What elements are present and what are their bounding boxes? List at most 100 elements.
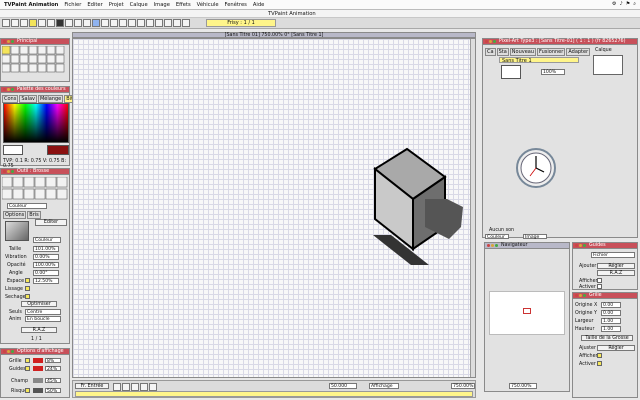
menu-item-editer[interactable]: Editer bbox=[87, 2, 102, 8]
grille-opacity-field[interactable]: 8% bbox=[45, 358, 61, 364]
menu-item-effets[interactable]: Effets bbox=[176, 2, 191, 8]
menu-item-image[interactable]: Image bbox=[154, 2, 170, 8]
editer-button[interactable]: Editer bbox=[35, 219, 67, 226]
brush-presets-grid[interactable] bbox=[2, 177, 70, 201]
champ-color-swatch[interactable] bbox=[33, 378, 43, 383]
grid-height-field[interactable]: 1.00 bbox=[601, 326, 621, 332]
menu-item-fichier[interactable]: Fichier bbox=[64, 2, 81, 8]
champ-opacity-field[interactable]: 45% bbox=[45, 378, 61, 384]
seuls-select[interactable]: Centre bbox=[25, 309, 61, 315]
tab-salav[interactable]: Salav bbox=[19, 95, 37, 103]
fps-select[interactable]: 50.000 bbox=[329, 383, 357, 389]
guides-regler-button[interactable]: Régler bbox=[597, 263, 635, 269]
grid-origin-x-field[interactable]: 0.00 bbox=[601, 302, 621, 308]
fast-forward-icon[interactable] bbox=[149, 383, 157, 391]
search-icon[interactable]: ⌕ bbox=[633, 1, 636, 7]
grid-activer-checkbox[interactable] bbox=[597, 361, 602, 366]
color-swatch-dark-red[interactable] bbox=[47, 145, 69, 155]
color-swatch-white[interactable] bbox=[3, 145, 23, 155]
navigator-viewport[interactable] bbox=[523, 308, 531, 314]
navigator-preview[interactable] bbox=[489, 291, 565, 335]
color-spectrum[interactable] bbox=[3, 103, 69, 143]
fill-icon[interactable] bbox=[155, 19, 163, 27]
grille-color-swatch[interactable] bbox=[33, 358, 43, 363]
col-sta[interactable]: Sta bbox=[496, 48, 509, 56]
guides-color-swatch[interactable] bbox=[33, 366, 43, 371]
zoom-field[interactable]: 750.00% bbox=[451, 383, 475, 389]
speaker-icon[interactable]: ♪ bbox=[620, 1, 623, 7]
new-icon[interactable] bbox=[2, 19, 10, 27]
layer-opacity-field[interactable]: 100% bbox=[541, 69, 565, 75]
flag-icon[interactable]: ⚑ bbox=[626, 1, 630, 7]
guides-activer-checkbox[interactable] bbox=[597, 284, 602, 289]
grid-afficher-checkbox[interactable] bbox=[597, 353, 602, 358]
tab-melange[interactable]: Mélange bbox=[37, 95, 64, 103]
play-icon[interactable] bbox=[131, 383, 139, 391]
guides-raz-button[interactable]: R.A.Z bbox=[597, 270, 635, 276]
cut-icon[interactable] bbox=[110, 19, 118, 27]
col-ca[interactable]: Ca bbox=[485, 48, 496, 56]
tab-options[interactable]: Options bbox=[3, 211, 27, 219]
brush-mode-select[interactable]: Couleur bbox=[7, 203, 47, 209]
copy-icon[interactable] bbox=[119, 19, 127, 27]
eyedropper-icon[interactable] bbox=[164, 19, 172, 27]
zoom-icon[interactable] bbox=[56, 19, 64, 27]
guides-afficher-checkbox[interactable] bbox=[597, 278, 602, 283]
anim-select[interactable]: En boucle bbox=[25, 316, 61, 322]
gear-icon[interactable]: ⚙ bbox=[612, 1, 616, 7]
play-icon[interactable] bbox=[65, 19, 73, 27]
image-dropdown[interactable]: Image bbox=[523, 234, 547, 240]
step-forward-icon[interactable] bbox=[140, 383, 148, 391]
save-icon[interactable] bbox=[20, 19, 28, 27]
display-grille-checkbox[interactable] bbox=[25, 358, 30, 363]
app-name[interactable]: TVPaint Animation bbox=[4, 2, 58, 8]
menu-item-vehicule[interactable]: Véhicule bbox=[197, 2, 219, 8]
project-frame-indicator[interactable]: Frisy : 1 / 1 bbox=[206, 19, 276, 27]
eraser-icon[interactable] bbox=[146, 19, 154, 27]
grid-icon[interactable] bbox=[101, 19, 109, 27]
menu-item-calque[interactable]: Calque bbox=[130, 2, 148, 8]
optimiser-button[interactable]: Optimiser bbox=[21, 301, 57, 307]
col-fusionner[interactable]: Fusionner bbox=[537, 48, 566, 56]
risque-color-swatch[interactable] bbox=[33, 388, 43, 393]
loop-icon[interactable] bbox=[83, 19, 91, 27]
layer-thumbnail[interactable] bbox=[501, 65, 521, 79]
undo-icon[interactable] bbox=[38, 19, 46, 27]
stop-icon[interactable] bbox=[74, 19, 82, 27]
angle-field[interactable]: 0.00° bbox=[33, 270, 59, 276]
espace-field[interactable]: 12.50% bbox=[33, 278, 59, 284]
grid-regler-button[interactable]: Régler bbox=[597, 345, 635, 351]
drawing-canvas[interactable] bbox=[72, 38, 476, 378]
col-adapter[interactable]: Adapter bbox=[566, 48, 591, 56]
brush-icon[interactable] bbox=[137, 19, 145, 27]
grid-size-button[interactable]: Taille de la Grosse bbox=[581, 335, 633, 341]
display-risque-checkbox[interactable] bbox=[25, 388, 30, 393]
couleur-select[interactable]: Couleur bbox=[33, 237, 61, 243]
shape-icon[interactable] bbox=[182, 19, 190, 27]
sechage-checkbox[interactable] bbox=[25, 294, 30, 299]
col-nouveau[interactable]: Nouveau bbox=[509, 48, 537, 56]
layer-icon[interactable] bbox=[92, 19, 100, 27]
step-back-icon[interactable] bbox=[122, 383, 130, 391]
menu-item-fenetres[interactable]: Fenêtres bbox=[225, 2, 247, 8]
menu-item-aide[interactable]: Aide bbox=[253, 2, 264, 8]
grid-width-field[interactable]: 1.00 bbox=[601, 318, 621, 324]
tab-bris[interactable]: Bris bbox=[27, 211, 41, 219]
open-icon[interactable] bbox=[11, 19, 19, 27]
raz-button[interactable]: R.A.Z bbox=[21, 327, 57, 333]
frame-in-button[interactable]: Fr. Entrée bbox=[75, 383, 109, 389]
affichage-select[interactable]: Affichage bbox=[369, 383, 399, 389]
guides-type-select[interactable]: Fichier bbox=[591, 252, 635, 258]
risque-opacity-field[interactable]: 50% bbox=[45, 388, 61, 394]
text-icon[interactable] bbox=[173, 19, 181, 27]
rewind-icon[interactable] bbox=[113, 383, 121, 391]
lissage-checkbox[interactable] bbox=[25, 286, 30, 291]
folder-icon[interactable] bbox=[29, 19, 37, 27]
navigator-zoom-field[interactable]: 750.00% bbox=[509, 383, 537, 389]
tools-grid[interactable] bbox=[2, 46, 70, 82]
taille-field[interactable]: 101.00% bbox=[33, 246, 59, 252]
display-guides-checkbox[interactable] bbox=[25, 366, 30, 371]
opacite-field[interactable]: 100.00% bbox=[33, 262, 59, 268]
paste-icon[interactable] bbox=[128, 19, 136, 27]
tab-cons[interactable]: Cons bbox=[2, 95, 19, 103]
